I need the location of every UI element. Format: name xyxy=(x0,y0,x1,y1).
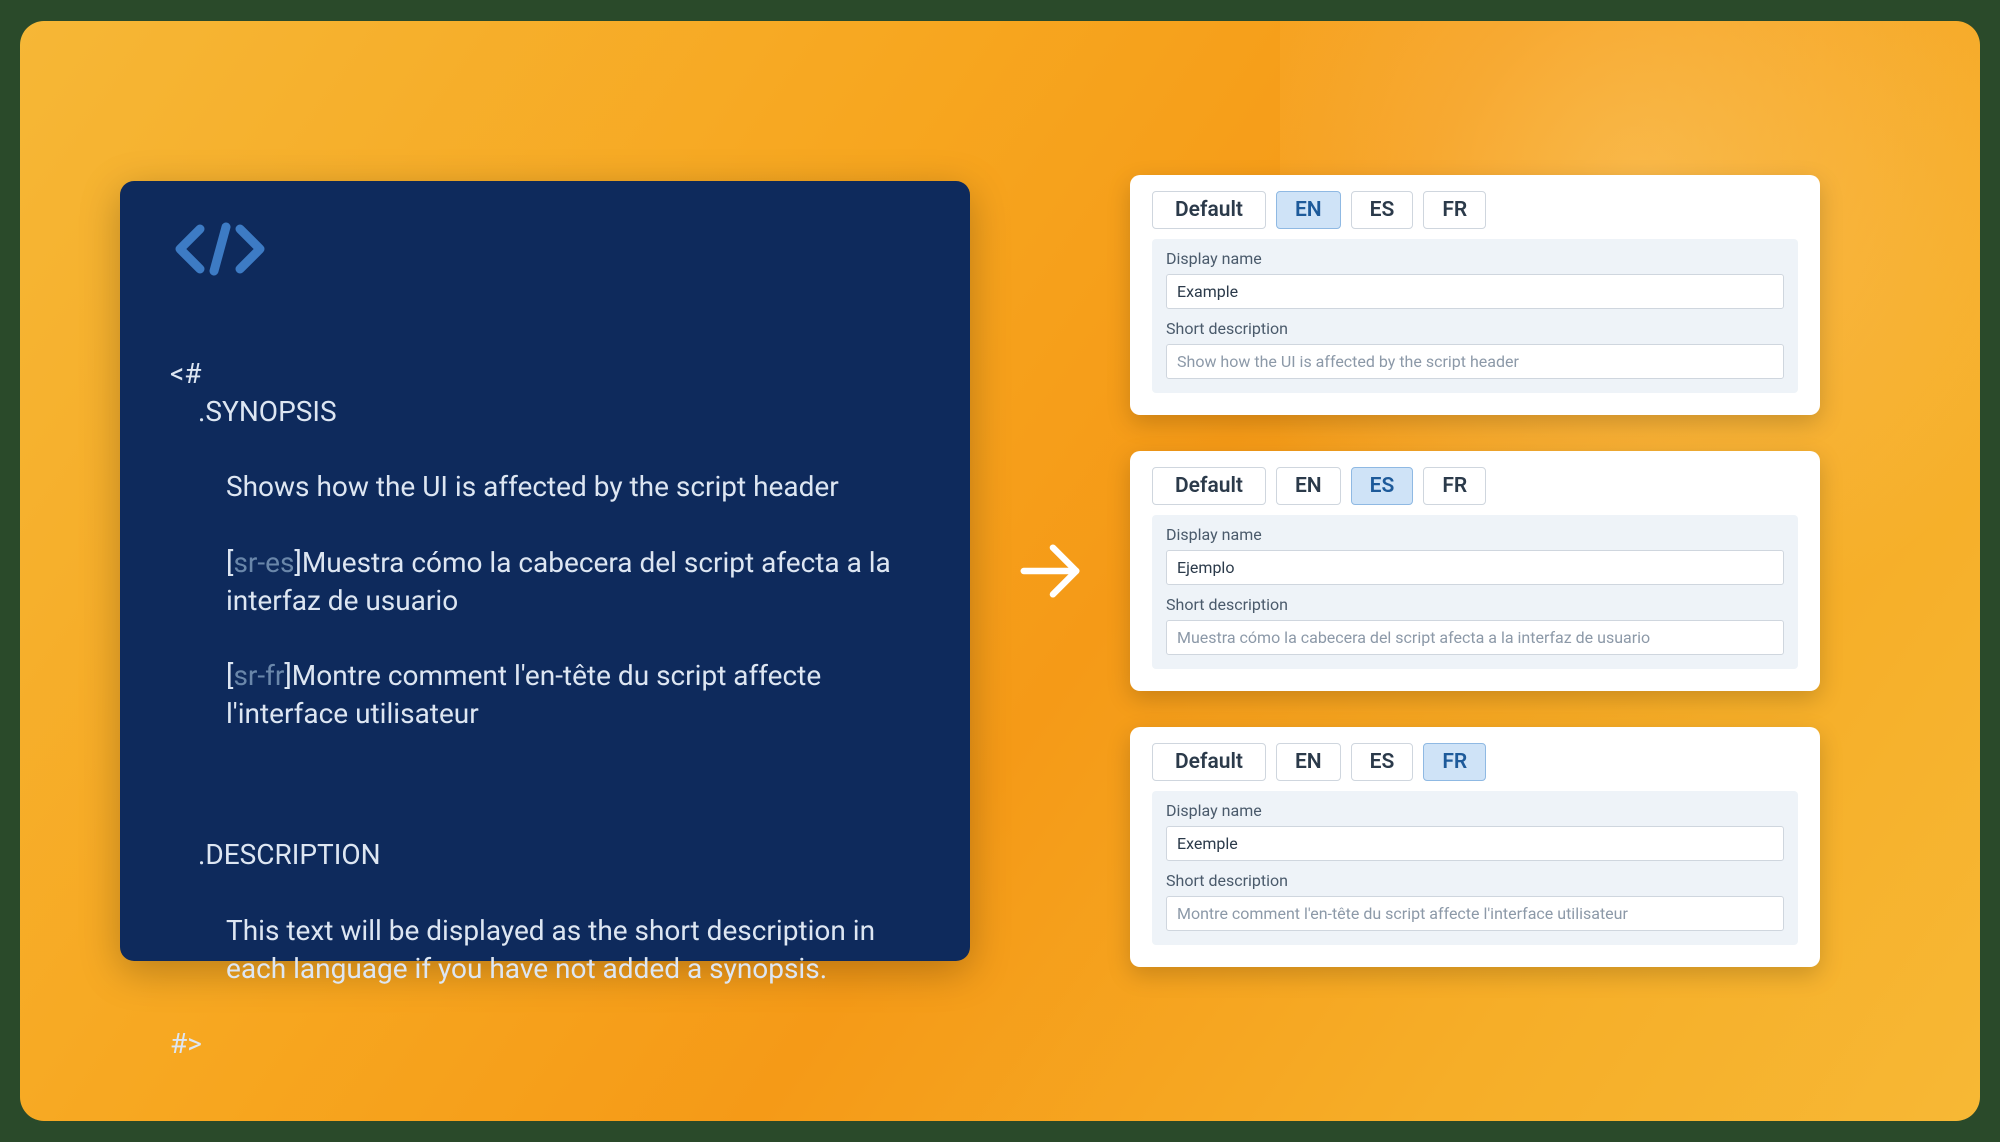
tab-es[interactable]: ES xyxy=(1351,743,1414,781)
tabs-es: Default EN ES FR xyxy=(1152,467,1798,505)
code-panel: <# .SYNOPSIS Shows how the UI is affecte… xyxy=(120,181,970,961)
content-row: <# .SYNOPSIS Shows how the UI is affecte… xyxy=(20,21,1980,1121)
arrow xyxy=(1010,536,1090,606)
display-name-label: Display name xyxy=(1166,801,1784,820)
cards-column: Default EN ES FR Display name Short desc… xyxy=(1130,175,1820,967)
synopsis-keyword: .SYNOPSIS xyxy=(198,395,337,428)
tab-en[interactable]: EN xyxy=(1276,191,1341,229)
short-description-input[interactable] xyxy=(1166,344,1784,379)
display-name-label: Display name xyxy=(1166,249,1784,268)
tag-fr: sr-fr xyxy=(233,659,284,692)
tab-default[interactable]: Default xyxy=(1152,191,1266,229)
stage: <# .SYNOPSIS Shows how the UI is affecte… xyxy=(20,21,1980,1121)
tab-default[interactable]: Default xyxy=(1152,467,1266,505)
arrow-right-icon xyxy=(1015,536,1085,606)
short-description-label: Short description xyxy=(1166,595,1784,614)
description-text: This text will be displayed as the short… xyxy=(226,914,882,985)
synopsis-en: Shows how the UI is affected by the scri… xyxy=(226,470,839,503)
tab-fr[interactable]: FR xyxy=(1423,467,1486,505)
tab-es[interactable]: ES xyxy=(1351,467,1414,505)
code-icon xyxy=(170,221,920,277)
display-name-input[interactable] xyxy=(1166,826,1784,861)
synopsis-fr: Montre comment l'en-tête du script affec… xyxy=(226,659,828,730)
short-description-input[interactable] xyxy=(1166,620,1784,655)
field-area-en: Display name Short description xyxy=(1152,239,1798,393)
card-es: Default EN ES FR Display name Short desc… xyxy=(1130,451,1820,691)
tag-fr-close: ] xyxy=(284,659,291,692)
description-keyword: .DESCRIPTION xyxy=(198,838,381,871)
display-name-label: Display name xyxy=(1166,525,1784,544)
card-fr: Default EN ES FR Display name Short desc… xyxy=(1130,727,1820,967)
display-name-input[interactable] xyxy=(1166,550,1784,585)
tab-default[interactable]: Default xyxy=(1152,743,1266,781)
tag-es-close: ] xyxy=(294,546,301,579)
tab-en[interactable]: EN xyxy=(1276,467,1341,505)
field-area-es: Display name Short description xyxy=(1152,515,1798,669)
short-description-label: Short description xyxy=(1166,319,1784,338)
field-area-fr: Display name Short description xyxy=(1152,791,1798,945)
tab-fr[interactable]: FR xyxy=(1423,743,1486,781)
synopsis-es: Muestra cómo la cabecera del script afec… xyxy=(226,546,898,617)
tag-es: sr-es xyxy=(233,546,294,579)
short-description-input[interactable] xyxy=(1166,896,1784,931)
tabs-en: Default EN ES FR xyxy=(1152,191,1798,229)
display-name-input[interactable] xyxy=(1166,274,1784,309)
card-en: Default EN ES FR Display name Short desc… xyxy=(1130,175,1820,415)
code-open: <# xyxy=(170,357,201,390)
short-description-label: Short description xyxy=(1166,871,1784,890)
tab-es[interactable]: ES xyxy=(1351,191,1414,229)
code-body: <# .SYNOPSIS Shows how the UI is affecte… xyxy=(170,317,920,1101)
tabs-fr: Default EN ES FR xyxy=(1152,743,1798,781)
tab-fr[interactable]: FR xyxy=(1423,191,1486,229)
code-close: #> xyxy=(170,1027,202,1060)
tab-en[interactable]: EN xyxy=(1276,743,1341,781)
